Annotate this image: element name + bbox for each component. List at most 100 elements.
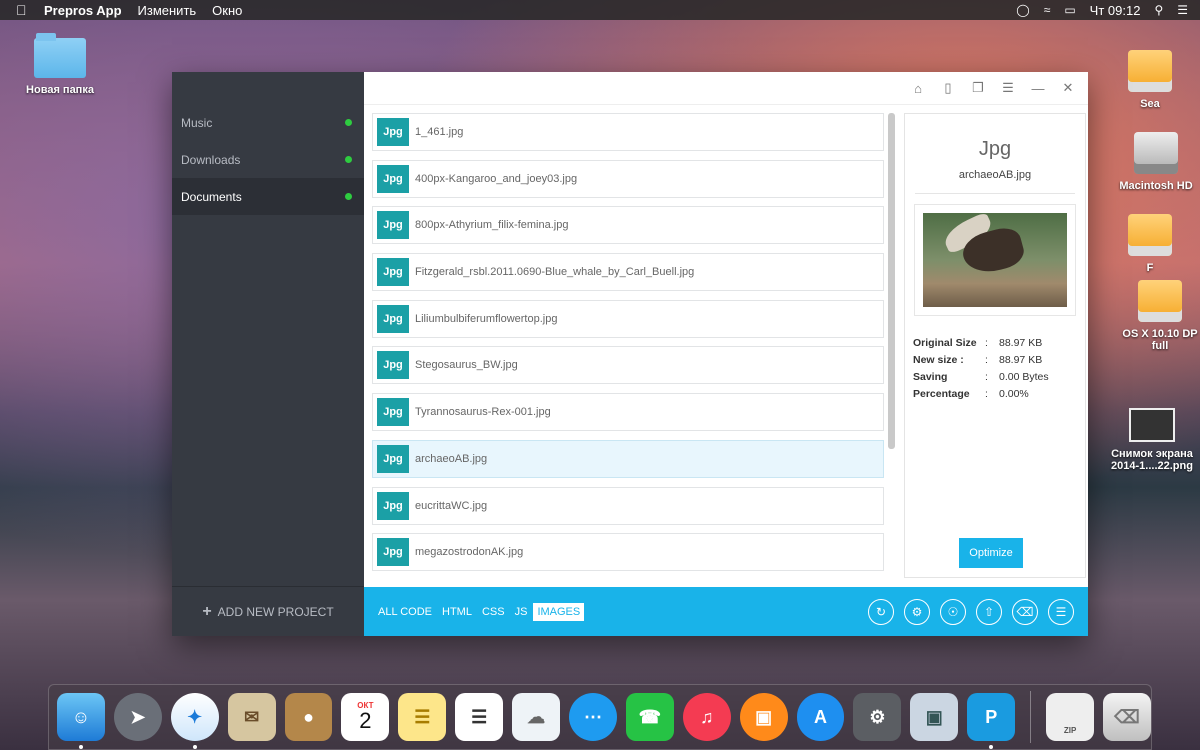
file-name: Stegosaurus_BW.jpg <box>415 359 518 372</box>
desktop-icon-label: F <box>1146 262 1154 274</box>
filter-images[interactable]: IMAGES <box>533 602 585 621</box>
trash-icon[interactable]: ⌫ <box>1103 693 1151 741</box>
image-preview <box>914 204 1076 316</box>
home-icon[interactable]: ⌂ <box>910 80 926 96</box>
facetime-icon[interactable]: ☎ <box>625 693 674 741</box>
project-item-documents[interactable]: Documents <box>172 178 364 215</box>
file-list-scrollbar[interactable] <box>888 113 895 449</box>
optimization-stats: Original Size:88.97 KB New size ::88.97 … <box>913 334 1085 402</box>
zip-file-icon[interactable]: ZIP <box>1046 693 1095 741</box>
menu-window[interactable]: Окно <box>212 3 242 18</box>
finder-icon[interactable]: ☺ <box>57 693 105 749</box>
notification-center-icon[interactable]: ☰ <box>1177 3 1188 17</box>
file-type-badge: Jpg <box>377 211 409 240</box>
details-file-name: archaeoAB.jpg <box>958 169 1032 181</box>
stat-colon: : <box>985 387 988 400</box>
settings-icon[interactable]: ⚙ <box>904 598 930 625</box>
maps-icon[interactable]: ☁ <box>512 693 561 741</box>
stat-percentage: Percentage:0.00% <box>913 385 1085 402</box>
file-name: eucrittaWC.jpg <box>415 499 488 512</box>
filter-all-code[interactable]: ALL CODE <box>374 603 436 621</box>
file-row[interactable]: Jpg 800px-Athyrium_filix-femina.jpg <box>372 206 884 245</box>
reminders-icon[interactable]: ☰ <box>455 693 504 741</box>
filter-css[interactable]: CSS <box>478 603 509 621</box>
stat-key: Percentage <box>913 387 970 400</box>
drive-icon <box>1128 214 1172 256</box>
file-row[interactable]: Jpg 1_461.jpg <box>372 113 884 151</box>
messages-icon[interactable]: ⋯ <box>569 693 617 741</box>
file-type-badge: Jpg <box>377 164 409 193</box>
file-row-selected[interactable]: Jpg archaeoAB.jpg <box>372 439 884 478</box>
globe-icon[interactable]: ☉ <box>940 598 966 625</box>
file-name: 800px-Athyrium_filix-femina.jpg <box>415 219 569 232</box>
desktop-drive-macintosh-hd[interactable]: Macintosh HD <box>1116 132 1196 192</box>
add-project-label: ADD NEW PROJECT <box>217 604 334 619</box>
file-name: Tyrannosaurus-Rex-001.jpg <box>415 406 551 419</box>
divider <box>915 193 1075 194</box>
file-row[interactable]: Jpg Fitzgerald_rsbl.2011.0690-Blue_whale_… <box>372 253 884 292</box>
project-label: Music <box>181 115 213 130</box>
plus-icon: + <box>202 602 212 620</box>
app-store-icon[interactable]: A <box>796 693 845 741</box>
itunes-icon[interactable]: ♫ <box>682 693 731 741</box>
add-new-project-button[interactable]: + ADD NEW PROJECT <box>172 586 364 636</box>
battery-icon[interactable]: ▭ <box>1064 3 1075 17</box>
file-row[interactable]: Jpg eucrittaWC.jpg <box>372 486 884 525</box>
app-menu[interactable]: Prepros App <box>44 3 122 18</box>
desktop-drive-osx[interactable]: OS X 10.10 DP full <box>1122 280 1198 352</box>
menu-edit[interactable]: Изменить <box>138 3 197 18</box>
menubar:  Prepros App Изменить Окно ◯ ≈ ▭ Чт 09:… <box>0 0 1200 20</box>
prepros-window: Music Downloads Documents + ADD NEW PROJ… <box>172 72 1088 636</box>
file-row[interactable]: Jpg megazostrodonAK.jpg <box>372 533 884 572</box>
mail-icon[interactable]: ✉ <box>227 693 276 741</box>
filter-js[interactable]: JS <box>511 603 532 621</box>
mobile-icon[interactable]: ▯ <box>940 80 956 96</box>
filter-html[interactable]: HTML <box>438 603 476 621</box>
folder-icon <box>34 33 86 78</box>
trash-icon[interactable]: ⌫ <box>1012 598 1038 625</box>
desktop-folder[interactable]: Новая папка <box>20 33 100 96</box>
desktop-drive-sea[interactable]: Sea <box>1118 50 1182 110</box>
file-type-badge: Jpg <box>377 118 409 146</box>
toggle-icon[interactable]: ◯ <box>1016 3 1029 17</box>
safari-icon[interactable]: ✦ <box>170 693 219 749</box>
system-preferences-icon[interactable]: ⚙ <box>853 693 902 741</box>
file-row[interactable]: Jpg 400px-Kangaroo_and_joey03.jpg <box>372 159 884 198</box>
ibooks-icon[interactable]: ▣ <box>739 693 788 741</box>
refresh-icon[interactable]: ↻ <box>868 598 894 625</box>
desktop-screenshot-file[interactable]: Снимок экрана 2014-1....22.png <box>1108 408 1196 472</box>
sidebar: Music Downloads Documents + ADD NEW PROJ… <box>172 72 364 636</box>
optimize-button[interactable]: Optimize <box>959 538 1023 568</box>
file-type-badge: Jpg <box>377 491 409 520</box>
list-menu-icon[interactable]: ☰ <box>1048 598 1074 625</box>
file-name: archaeoAB.jpg <box>415 452 488 465</box>
file-name: 400px-Kangaroo_and_joey03.jpg <box>415 172 578 185</box>
status-dot-icon <box>345 156 352 163</box>
contacts-icon[interactable]: ● <box>284 693 333 741</box>
file-row[interactable]: Jpg Tyrannosaurus-Rex-001.jpg <box>372 393 884 432</box>
prepros-icon[interactable]: P <box>967 693 1016 749</box>
minimize-icon[interactable]: — <box>1030 80 1046 96</box>
calendar-icon[interactable]: ОКТ 2 <box>341 693 390 741</box>
desktop-icon-label: Снимок экрана 2014-1....22.png <box>1111 448 1193 472</box>
upload-icon[interactable]: ⇧ <box>976 598 1002 625</box>
dock: ☺ ➤ ✦ ✉ ● ОКТ 2 ☰ ☰ ☁ ⋯ ☎ ♫ ▣ A ⚙ ▣ P ZI… <box>48 684 1152 750</box>
copy-icon[interactable]: ❐ <box>970 80 986 96</box>
menu-icon[interactable]: ☰ <box>1000 80 1016 96</box>
apple-menu-icon[interactable]:  <box>16 2 30 18</box>
stat-value: 0.00 Bytes <box>999 370 1049 383</box>
notes-icon[interactable]: ☰ <box>398 693 447 741</box>
desktop-drive-f[interactable]: F <box>1118 214 1182 274</box>
file-row[interactable]: Jpg Liliumbulbiferumflowertop.jpg <box>372 299 884 338</box>
spotlight-icon[interactable]: ⚲ <box>1154 3 1163 17</box>
launchpad-icon[interactable]: ➤ <box>113 693 162 741</box>
file-row[interactable]: Jpg Stegosaurus_BW.jpg <box>372 346 884 385</box>
project-item-music[interactable]: Music <box>172 104 364 141</box>
close-icon[interactable]: ✕ <box>1060 80 1076 96</box>
wifi-icon[interactable]: ≈ <box>1044 3 1051 17</box>
status-dot-icon <box>345 193 352 200</box>
stat-value: 0.00% <box>999 387 1029 400</box>
preview-icon[interactable]: ▣ <box>910 693 959 741</box>
clock[interactable]: Чт 09:12 <box>1090 3 1141 18</box>
project-item-downloads[interactable]: Downloads <box>172 141 364 178</box>
